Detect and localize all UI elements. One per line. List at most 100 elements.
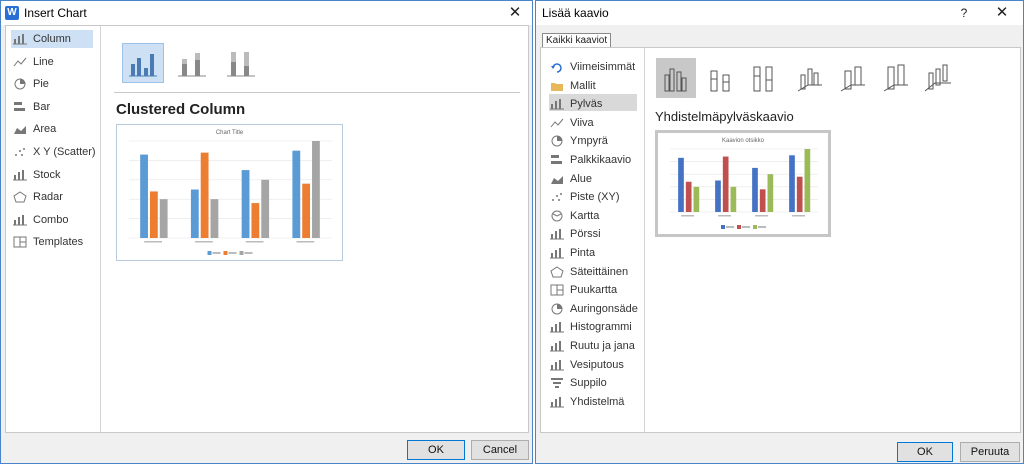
preview-axis-label-mark — [718, 215, 732, 217]
sidebar-item-label: Column — [33, 33, 71, 45]
histogram-icon — [550, 322, 564, 333]
sidebar-item-pie-chart[interactable]: Pie — [13, 75, 49, 93]
stock-chart-icon — [13, 169, 27, 181]
clustered-column-subtype[interactable] — [122, 43, 164, 83]
sidebar-item-funnel[interactable]: Suppilo — [550, 374, 607, 392]
sidebar-item-column-chart[interactable]: Pylväs — [550, 95, 602, 113]
preview-bar — [140, 154, 148, 238]
bar-chart-icon — [550, 154, 564, 166]
sidebar-item-box-whisker[interactable]: Ruutu ja jana — [550, 337, 635, 355]
sidebar-item-waterfall[interactable]: Vesiputous — [550, 356, 624, 374]
3d-clustered-column-subtype[interactable] — [789, 58, 829, 98]
ok-button[interactable]: OK — [897, 442, 953, 462]
sidebar-item-label: Puukartta — [570, 284, 618, 297]
preview-legend-label-mark — [726, 226, 734, 228]
line-chart-icon — [550, 118, 564, 128]
preview-legend-swatch — [207, 251, 212, 255]
cancel-button[interactable]: Cancel — [471, 440, 529, 460]
sidebar-item-pie-chart[interactable]: Ympyrä — [550, 132, 608, 150]
stacked-column-icon — [178, 53, 206, 77]
preview-legend-swatch — [223, 251, 228, 255]
sidebar-item-stock-chart[interactable]: Stock — [13, 166, 61, 184]
insert-chart-dialog: W Insert Chart ✕ Column Line Pie Bar Area X Y… — [0, 0, 533, 464]
sidebar-item-label: Stock — [33, 168, 61, 181]
sidebar-item-area-chart[interactable]: Area — [13, 120, 56, 138]
preview-bar — [804, 149, 811, 212]
preview-bar — [767, 174, 774, 212]
chart-type-sidebar: Column Line Pie Bar Area X Y (Scatter) Stock Ra… — [6, 26, 101, 432]
chart-preview-graphic: Chart Title — [129, 130, 332, 255]
sidebar-item-label: Palkkikaavio — [570, 154, 632, 166]
sidebar-item-surface-chart[interactable]: Pinta — [550, 244, 595, 262]
close-icon[interactable]: ✕ — [987, 1, 1017, 25]
recent-icon — [550, 61, 564, 73]
sidebar-item-area-chart[interactable]: Alue — [550, 170, 592, 188]
tab-all-charts[interactable]: Kaikki kaaviot — [542, 33, 612, 48]
pie-chart-icon — [14, 78, 26, 90]
3d-stacked-column-subtype[interactable] — [832, 58, 872, 98]
percent-stacked-column-subtype[interactable] — [220, 43, 262, 83]
sidebar-item-recent[interactable]: Viimeisimmät — [550, 58, 635, 76]
preview-legend-label-mark — [212, 252, 221, 254]
radar-chart-icon — [550, 265, 564, 278]
preview-axis-label-mark — [194, 241, 213, 243]
preview-chart-title: Chart Title — [216, 130, 244, 136]
stacked-column-subtype[interactable] — [171, 43, 213, 83]
ok-button[interactable]: OK — [407, 440, 465, 460]
preview-bar — [292, 150, 301, 238]
preview-legend-swatch — [721, 225, 725, 229]
treemap-icon — [550, 284, 564, 296]
preview-legend-label-mark — [742, 226, 750, 228]
sidebar-item-stock-chart[interactable]: Pörssi — [550, 225, 601, 243]
3d-percent-stacked-column-subtype[interactable] — [875, 58, 915, 98]
sidebar-item-bar-chart[interactable]: Palkkikaavio — [550, 151, 631, 169]
area-chart-icon — [551, 175, 563, 184]
sidebar-item-scatter-chart[interactable]: X Y (Scatter) — [13, 143, 96, 161]
sidebar-item-column-chart[interactable]: Column — [13, 30, 71, 48]
preview-bar — [149, 191, 158, 238]
sidebar-item-treemap[interactable]: Puukartta — [550, 281, 617, 299]
sidebar-item-templates[interactable]: Templates — [13, 233, 83, 251]
scatter-chart-icon — [552, 193, 562, 202]
sidebar-item-label: Auringonsäde — [570, 302, 638, 315]
sidebar-item-folder[interactable]: Mallit — [550, 77, 596, 95]
sidebar-item-combo-chart[interactable]: Yhdistelmä — [550, 393, 624, 411]
lisaa-kaavio-dialog: Lisää kaavio ? ✕ Kaikki kaaviot Viimeisi… — [535, 0, 1024, 464]
percent-stacked-column-subtype[interactable] — [744, 58, 784, 98]
close-icon[interactable]: ✕ — [500, 1, 530, 25]
sidebar-item-sunburst[interactable]: Auringonsäde — [550, 300, 638, 318]
sidebar-item-map-chart[interactable]: Kartta — [550, 207, 599, 225]
sidebar-item-line-chart[interactable]: Line — [13, 53, 54, 71]
sunburst-icon — [551, 303, 563, 315]
clustered-column-subtype[interactable] — [656, 58, 696, 98]
column-chart-icon — [550, 98, 564, 110]
sidebar-item-radar-chart[interactable]: Säteittäinen — [550, 263, 628, 281]
recent-icon — [551, 63, 562, 73]
3d-column-subtype[interactable] — [918, 58, 958, 98]
chart-heading: Yhdistelmäpylväskaavio — [655, 109, 794, 124]
sidebar-item-label: Viiva — [570, 116, 594, 129]
sidebar-item-label: Pörssi — [570, 228, 601, 241]
help-icon[interactable]: ? — [949, 1, 979, 25]
3d-clustered-column-icon — [797, 68, 822, 92]
preview-bar — [261, 179, 270, 238]
title-bar: Lisää kaavio ? ✕ — [536, 1, 1023, 25]
chart-preview[interactable]: Kaavion otsikko — [655, 130, 831, 237]
sidebar-item-label: Vesiputous — [570, 358, 624, 371]
sidebar-item-combo-chart[interactable]: Combo — [13, 211, 68, 229]
sidebar-item-label: Radar — [33, 191, 63, 204]
surface-chart-icon — [550, 247, 564, 259]
sidebar-item-scatter-chart[interactable]: Piste (XY) — [550, 188, 620, 206]
chart-preview[interactable]: Chart Title — [116, 124, 343, 261]
preview-axis-label-mark — [245, 241, 264, 243]
sidebar-item-label: Area — [33, 123, 57, 136]
cancel-button[interactable]: Peruuta — [960, 442, 1020, 462]
sidebar-item-label: Templates — [33, 236, 84, 249]
dialog-title: Insert Chart — [24, 6, 87, 20]
sidebar-item-histogram[interactable]: Histogrammi — [550, 318, 632, 336]
preview-axis-label-mark — [792, 215, 806, 217]
sidebar-item-line-chart[interactable]: Viiva — [550, 114, 594, 132]
sidebar-item-radar-chart[interactable]: Radar — [13, 188, 63, 206]
stacked-column-subtype[interactable] — [701, 58, 741, 98]
sidebar-item-bar-chart[interactable]: Bar — [13, 98, 50, 116]
